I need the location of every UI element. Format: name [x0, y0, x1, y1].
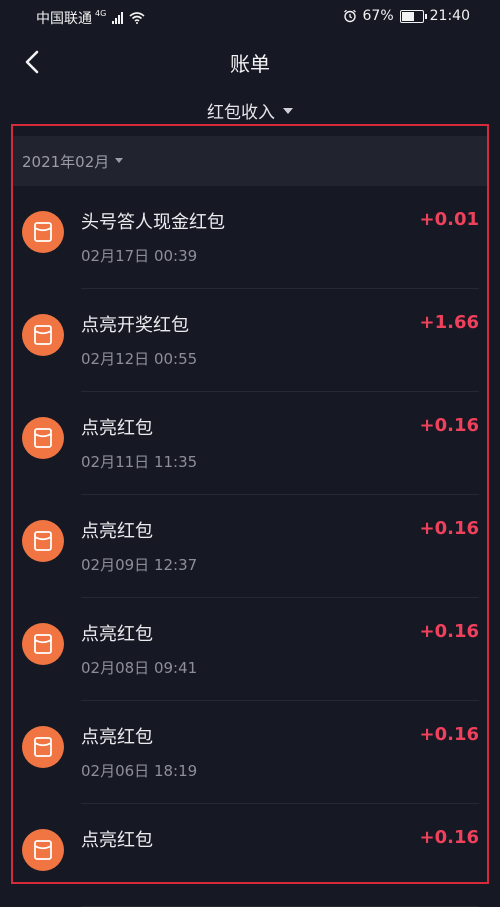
highlight-frame: [11, 124, 489, 884]
status-right: 67% 21:40: [343, 8, 470, 24]
wifi-icon: [129, 12, 145, 24]
page-title: 账单: [230, 52, 270, 76]
status-bar: 中国联通 4G 67% 21:40: [0, 0, 500, 34]
signal-icon: [112, 12, 124, 24]
battery-percent: 67%: [362, 8, 394, 24]
nav-header: 账单: [0, 34, 500, 90]
battery-icon: [399, 9, 427, 23]
network-type: 4G: [95, 8, 107, 18]
filter-label: 红包收入: [207, 103, 275, 123]
clock: 21:40: [429, 8, 470, 24]
carrier-name: 中国联通: [36, 11, 92, 27]
alarm-icon: [343, 9, 356, 23]
caret-down-icon: [283, 108, 293, 114]
status-left: 中国联通 4G: [36, 8, 145, 28]
